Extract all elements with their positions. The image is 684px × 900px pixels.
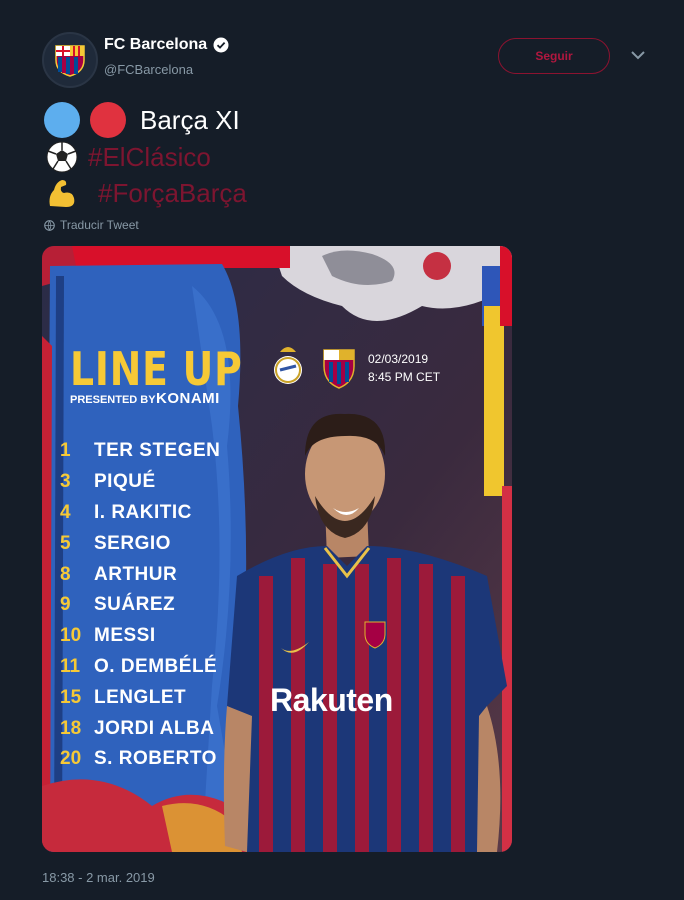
player-name: JORDI ALBA (94, 718, 215, 739)
player-number: 18 (60, 718, 82, 739)
player-row: 5 SERGIO (60, 529, 171, 559)
tweet-line-hashtag-1: #ElClásico (44, 140, 211, 174)
account-display-name[interactable]: FC Barcelona (104, 36, 207, 54)
player-row: 20 S. ROBERTO (60, 744, 217, 774)
player-row: 11 O. DEMBÉLÉ (60, 652, 217, 682)
tweet-timestamp[interactable]: 18:38 - 2 mar. 2019 (42, 870, 155, 885)
player-number: 11 (60, 656, 81, 677)
globe-icon (44, 219, 55, 231)
sponsor-label: KONAMI (156, 390, 220, 407)
hashtag-forca-barca[interactable]: #ForçaBarça (98, 178, 247, 209)
player-number: 20 (60, 748, 82, 769)
player-name: SERGIO (94, 533, 171, 554)
hashtag-el-clasico[interactable]: #ElClásico (88, 142, 211, 173)
player-name: S. ROBERTO (94, 748, 217, 769)
player-name: I. RAKITIC (94, 502, 192, 523)
player-number: 4 (60, 502, 71, 523)
player-row: 15 LENGLET (60, 683, 186, 713)
player-row: 9 SUÁREZ (60, 590, 175, 620)
tweet-line-barca-xi: Barça XI (44, 102, 240, 138)
player-name: MESSI (94, 625, 156, 646)
player-number: 10 (60, 625, 82, 646)
player-name: ARTHUR (94, 564, 178, 585)
player-name: LENGLET (94, 687, 187, 708)
player-number: 15 (60, 687, 82, 708)
tweet-text: Barça XI (140, 104, 240, 135)
account-handle[interactable]: @FCBarcelona (104, 62, 193, 77)
match-time: 8:45 PM CET (368, 370, 441, 384)
red-circle-emoji-icon (90, 102, 126, 138)
player-name: TER STEGEN (94, 440, 221, 461)
lineup-title: LINE UP (70, 342, 243, 396)
player-row: 18 JORDI ALBA (60, 714, 214, 744)
match-date: 02/03/2019 (368, 352, 429, 366)
translate-tweet-link[interactable]: Traducir Tweet (44, 218, 139, 232)
presented-by-label: PRESENTED BY (70, 394, 156, 406)
account-avatar[interactable] (42, 32, 98, 88)
player-row: 4 I. RAKITIC (60, 498, 192, 528)
player-row: 3 PIQUÉ (60, 467, 156, 497)
player-number: 1 (60, 440, 71, 461)
account-name-row[interactable]: FC Barcelona (104, 36, 229, 54)
chevron-down-icon[interactable] (628, 48, 648, 62)
shirt-sponsor-text: Rakuten (270, 682, 393, 718)
player-name: SUÁREZ (94, 594, 176, 615)
tweet-line-hashtag-2: #ForçaBarça (44, 176, 247, 210)
player-row: 10 MESSI (60, 621, 156, 651)
player-number: 3 (60, 471, 71, 492)
verified-badge-icon (213, 37, 229, 53)
lineup-graphic[interactable]: LINE UP PRESENTED BY KONAMI 02/03/2019 8… (42, 246, 512, 852)
player-number: 9 (60, 594, 71, 615)
player-name: O. DEMBÉLÉ (94, 656, 218, 677)
player-name: PIQUÉ (94, 471, 156, 492)
flexed-biceps-icon (49, 180, 75, 207)
fcb-crest-icon (55, 45, 85, 77)
follow-button[interactable]: Seguir (498, 38, 610, 74)
player-row: 1 TER STEGEN (60, 436, 220, 466)
player-number: 8 (60, 564, 71, 585)
player-row: 8 ARTHUR (60, 560, 177, 590)
blue-circle-emoji-icon (44, 102, 80, 138)
translate-tweet-label[interactable]: Traducir Tweet (60, 218, 139, 232)
player-number: 5 (60, 533, 71, 554)
soccer-ball-icon (46, 141, 78, 173)
